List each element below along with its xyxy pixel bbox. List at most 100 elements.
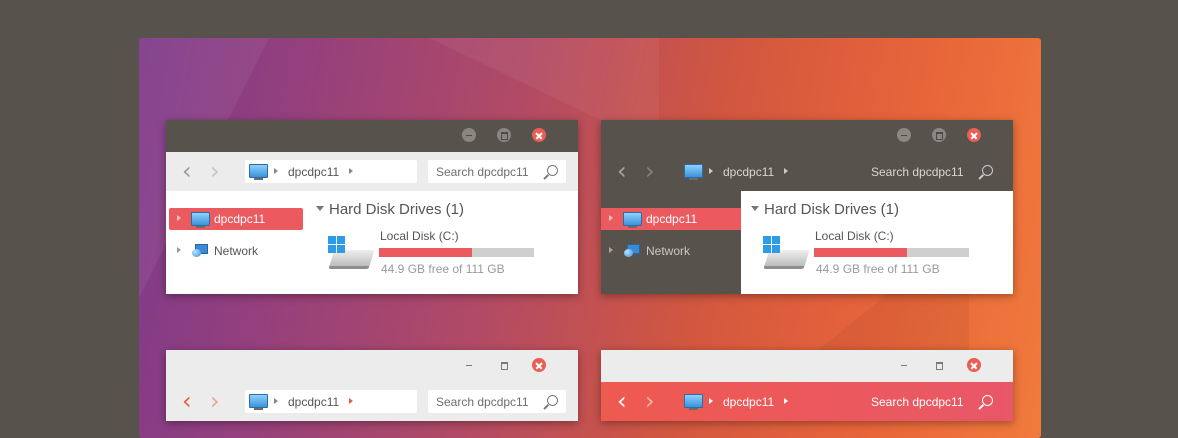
chevron-right-icon[interactable] <box>709 398 713 404</box>
disk-name[interactable]: Local Disk (C:) <box>815 229 894 243</box>
address-text: dpcdpc11 <box>723 165 775 179</box>
minimize-icon[interactable] <box>897 358 911 372</box>
maximize-icon[interactable] <box>497 128 511 142</box>
explorer-window-accent: ‹ › dpcdpc11 Search dpcdpc11 <box>601 350 1013 421</box>
hard-drive-icon[interactable] <box>763 236 810 274</box>
search-icon[interactable] <box>982 165 993 176</box>
search-placeholder: Search dpcdpc11 <box>871 395 964 409</box>
disk-name[interactable]: Local Disk (C:) <box>380 229 459 243</box>
search-icon[interactable] <box>547 395 558 406</box>
chevron-down-icon <box>316 206 324 211</box>
content-pane: Hard Disk Drives (1) Local Disk (C:) 44.… <box>316 191 578 294</box>
computer-icon <box>623 212 642 228</box>
computer-icon <box>191 212 210 228</box>
sidebar-item-label: Network <box>646 244 691 258</box>
explorer-window-dark: ‹ › dpcdpc11 Search dpcdpc11 dpcdpc11 Ne… <box>601 120 1013 294</box>
close-icon[interactable] <box>532 358 546 372</box>
address-bar[interactable]: dpcdpc11 <box>680 160 852 183</box>
chevron-left-icon[interactable]: ‹ <box>617 159 627 183</box>
sidebar-item-network[interactable]: Network <box>169 240 303 262</box>
chevron-right-icon[interactable] <box>709 168 713 174</box>
chevron-left-icon[interactable]: ‹ <box>617 389 627 413</box>
sidebar-item-label: Network <box>214 244 259 258</box>
address-text: dpcdpc11 <box>288 165 340 179</box>
navigation-pane: dpcdpc11 Network <box>166 191 306 294</box>
group-title: Hard Disk Drives (1) <box>764 201 900 218</box>
close-icon[interactable] <box>967 128 981 142</box>
chevron-down-icon <box>751 206 759 211</box>
chevron-right-icon[interactable] <box>784 398 788 404</box>
address-bar[interactable]: dpcdpc11 <box>680 390 852 413</box>
computer-icon <box>684 164 703 180</box>
search-icon[interactable] <box>982 395 993 406</box>
title-bar <box>601 120 1013 152</box>
minimize-icon[interactable] <box>462 358 476 372</box>
hard-drive-icon[interactable] <box>328 236 375 274</box>
address-bar[interactable]: dpcdpc11 <box>245 390 417 413</box>
expand-icon[interactable] <box>609 215 613 221</box>
toolbar: ‹ › dpcdpc11 Search dpcdpc11 <box>166 382 578 421</box>
search-placeholder: Search dpcdpc11 <box>871 165 964 179</box>
content-pane: Hard Disk Drives (1) Local Disk (C:) 44.… <box>751 191 1013 294</box>
chevron-right-icon[interactable] <box>784 168 788 174</box>
sidebar-item-label: dpcdpc11 <box>646 212 698 226</box>
chevron-right-icon[interactable]: › <box>645 159 655 183</box>
group-title: Hard Disk Drives (1) <box>329 201 465 218</box>
sidebar-item-network[interactable]: Network <box>601 240 741 262</box>
toolbar: ‹ › dpcdpc11 Search dpcdpc11 <box>601 382 1013 421</box>
explorer-window-light: ‹ › dpcdpc11 Search dpcdpc11 dpcdpc11 Ne… <box>166 120 578 294</box>
disk-usage-fill <box>379 248 472 257</box>
title-bar <box>166 120 578 152</box>
chevron-left-icon[interactable]: ‹ <box>182 389 192 413</box>
search-input[interactable]: Search dpcdpc11 <box>863 390 1001 413</box>
maximize-icon[interactable] <box>497 358 511 372</box>
search-input[interactable]: Search dpcdpc11 <box>863 160 1001 183</box>
search-icon[interactable] <box>547 165 558 176</box>
computer-icon <box>249 394 268 410</box>
address-text: dpcdpc11 <box>723 395 775 409</box>
chevron-right-icon[interactable]: › <box>645 389 655 413</box>
search-input[interactable]: Search dpcdpc11 <box>428 390 566 413</box>
chevron-right-icon[interactable]: › <box>210 159 220 183</box>
minimize-icon[interactable] <box>462 128 476 142</box>
disk-usage-fill <box>814 248 907 257</box>
explorer-window-light-flat: ‹ › dpcdpc11 Search dpcdpc11 <box>166 350 578 421</box>
address-text: dpcdpc11 <box>288 395 340 409</box>
group-header[interactable]: Hard Disk Drives (1) <box>751 201 899 218</box>
expand-icon[interactable] <box>177 247 181 253</box>
disk-usage-bar <box>814 248 969 257</box>
minimize-icon[interactable] <box>897 128 911 142</box>
address-bar[interactable]: dpcdpc11 <box>245 160 417 183</box>
chevron-right-icon[interactable] <box>349 398 353 404</box>
toolbar: ‹ › dpcdpc11 Search dpcdpc11 <box>166 152 578 191</box>
close-icon[interactable] <box>967 358 981 372</box>
sidebar-item-label: dpcdpc11 <box>214 212 266 226</box>
computer-icon <box>249 164 268 180</box>
chevron-right-icon[interactable]: › <box>210 389 220 413</box>
window-body: dpcdpc11 Network Hard Disk Drives (1) Lo… <box>166 191 578 294</box>
sidebar-item-this-pc[interactable]: dpcdpc11 <box>601 208 741 230</box>
title-bar <box>166 350 578 382</box>
title-bar <box>601 350 1013 382</box>
group-header[interactable]: Hard Disk Drives (1) <box>316 201 464 218</box>
expand-icon[interactable] <box>609 247 613 253</box>
close-icon[interactable] <box>532 128 546 142</box>
disk-usage-bar <box>379 248 534 257</box>
chevron-right-icon[interactable] <box>274 168 278 174</box>
search-placeholder: Search dpcdpc11 <box>436 165 529 179</box>
search-placeholder: Search dpcdpc11 <box>436 395 529 409</box>
search-input[interactable]: Search dpcdpc11 <box>428 160 566 183</box>
expand-icon[interactable] <box>177 215 181 221</box>
network-icon <box>192 244 208 257</box>
window-body: dpcdpc11 Network Hard Disk Drives (1) Lo… <box>601 191 1013 294</box>
disk-free-text: 44.9 GB free of 111 GB <box>381 262 505 276</box>
navigation-pane: dpcdpc11 Network <box>601 191 741 294</box>
chevron-right-icon[interactable] <box>274 398 278 404</box>
toolbar: ‹ › dpcdpc11 Search dpcdpc11 <box>601 152 1013 191</box>
maximize-icon[interactable] <box>932 128 946 142</box>
maximize-icon[interactable] <box>932 358 946 372</box>
chevron-left-icon[interactable]: ‹ <box>182 159 192 183</box>
network-icon <box>624 244 640 257</box>
chevron-right-icon[interactable] <box>349 168 353 174</box>
sidebar-item-this-pc[interactable]: dpcdpc11 <box>169 208 303 230</box>
